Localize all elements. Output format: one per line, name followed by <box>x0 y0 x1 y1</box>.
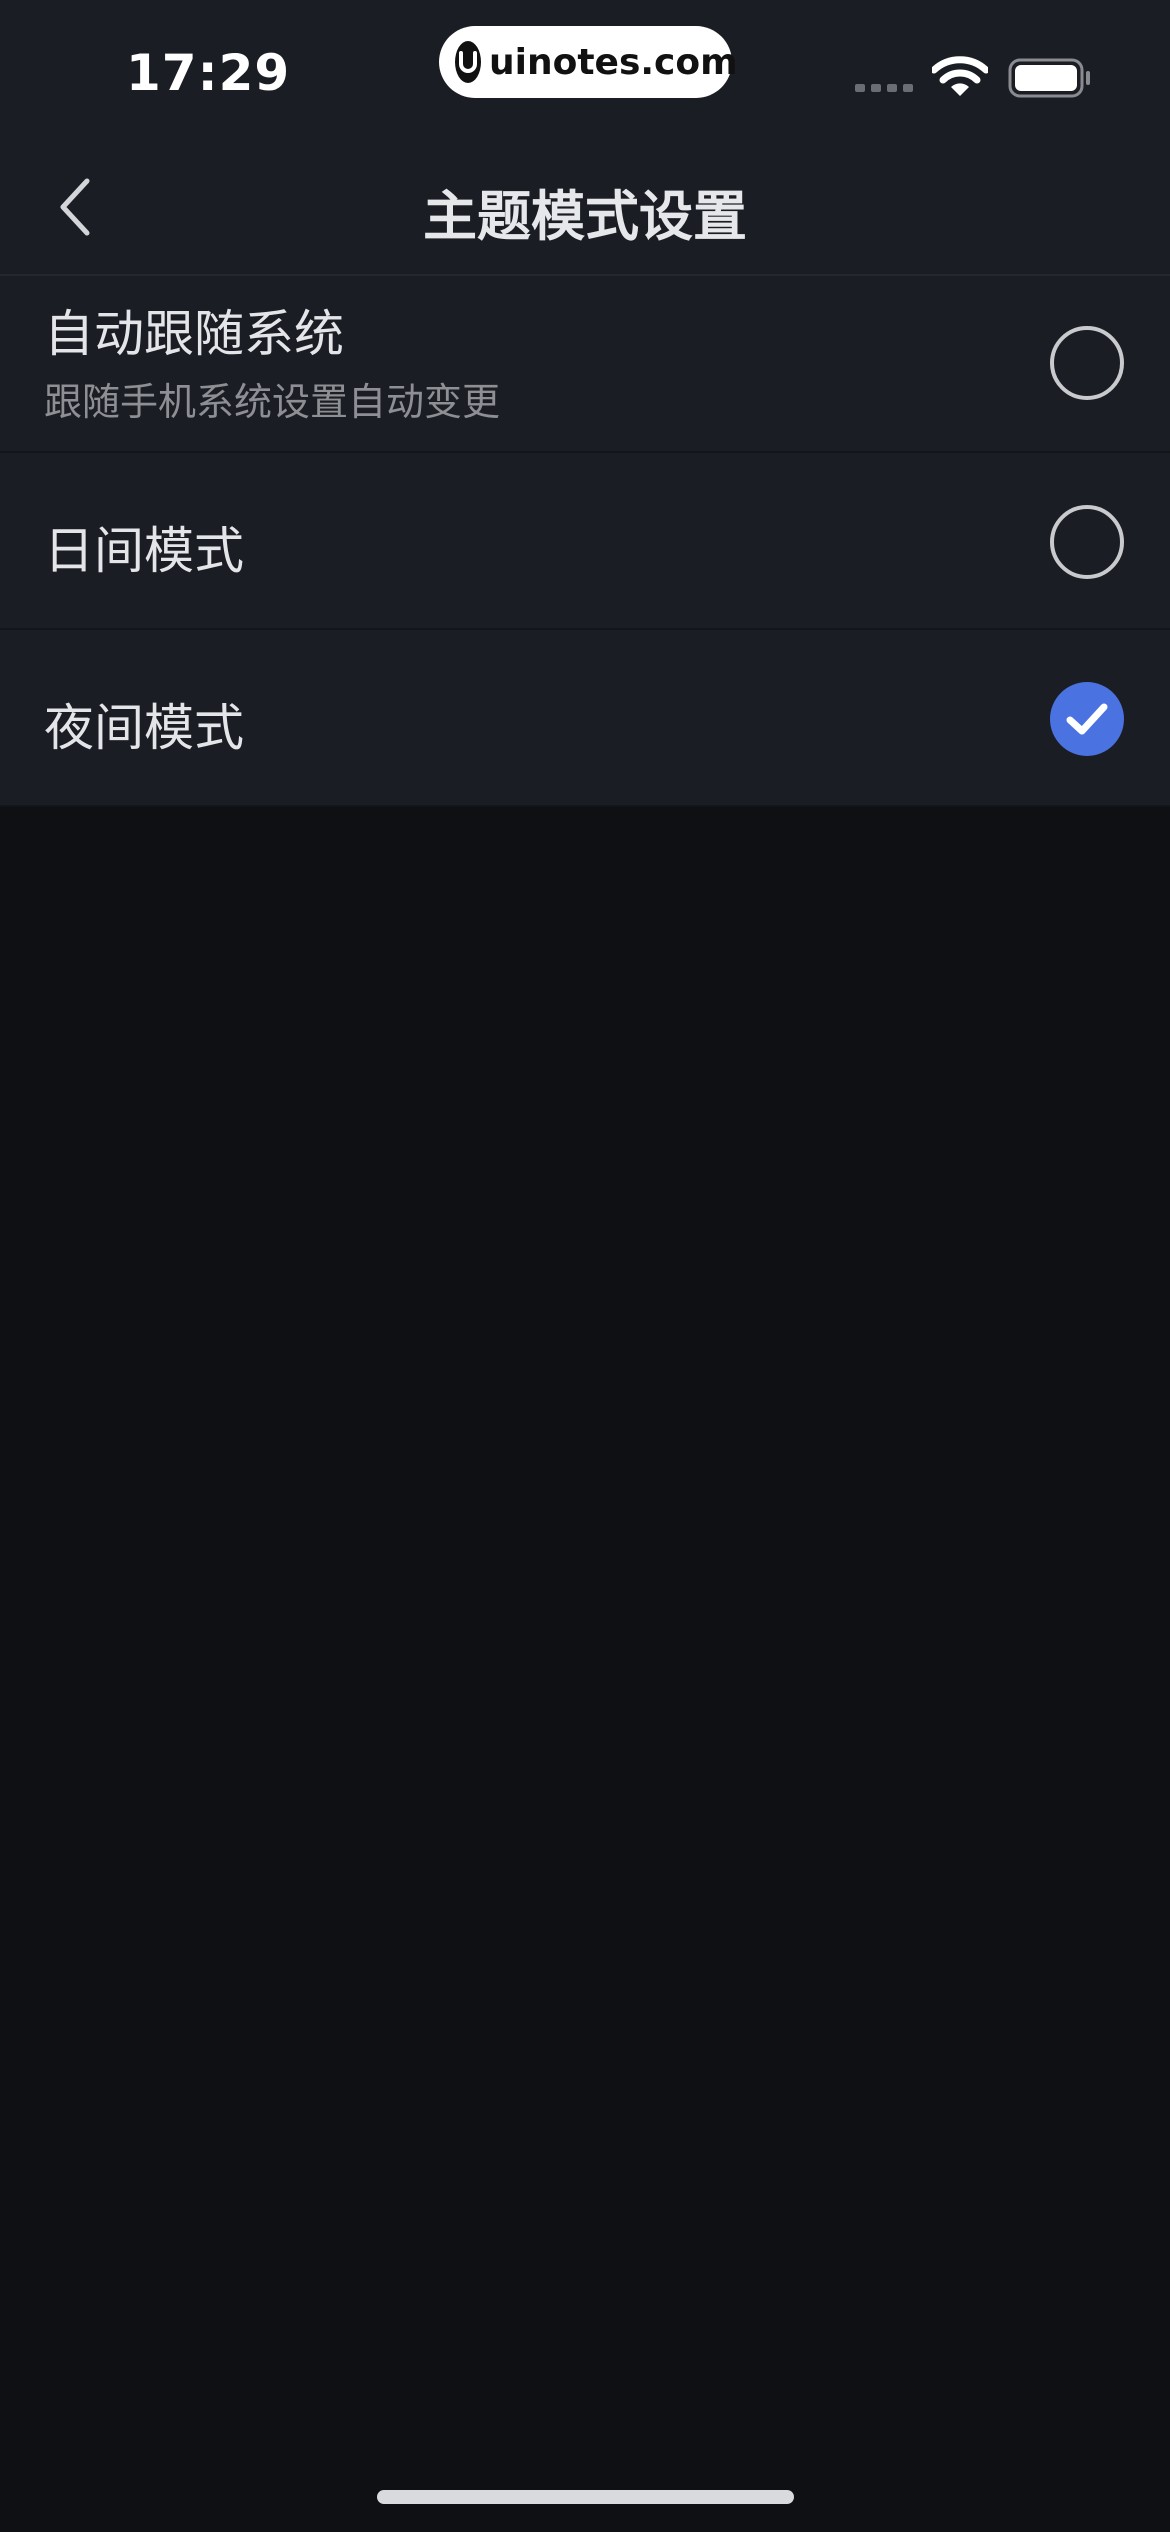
option-follow-system[interactable]: 自动跟随系统 跟随手机系统设置自动变更 <box>0 276 1170 453</box>
checkmark-icon <box>1066 703 1108 735</box>
status-bar: 17:29 uinotes.com <box>0 0 1170 140</box>
option-title: 日间模式 <box>44 522 244 580</box>
watermark-logo-icon <box>455 41 481 83</box>
option-title: 自动跟随系统 <box>44 305 344 363</box>
option-night-mode[interactable]: 夜间模式 <box>0 630 1170 807</box>
watermark-badge: uinotes.com <box>439 26 738 98</box>
wifi-icon <box>930 56 990 102</box>
theme-mode-settings-screen: 17:29 uinotes.com 主题模式设置 自动跟随系统 跟随手机系统设置… <box>0 0 1170 2532</box>
cellular-signal-icon <box>855 84 913 92</box>
option-subtitle: 跟随手机系统设置自动变更 <box>44 380 501 424</box>
radio-unchecked-icon[interactable] <box>1050 326 1124 400</box>
watermark-text: uinotes.com <box>489 41 738 83</box>
navigation-bar: 主题模式设置 <box>0 140 1170 276</box>
theme-option-list: 自动跟随系统 跟随手机系统设置自动变更 日间模式 夜间模式 <box>0 276 1170 807</box>
status-time: 17:29 <box>126 44 291 102</box>
option-day-mode[interactable]: 日间模式 <box>0 453 1170 630</box>
page-title: 主题模式设置 <box>423 185 747 248</box>
home-indicator[interactable] <box>377 2490 794 2504</box>
radio-checked-icon[interactable] <box>1050 682 1124 756</box>
option-title: 夜间模式 <box>44 699 244 757</box>
radio-unchecked-icon[interactable] <box>1050 505 1124 579</box>
battery-icon <box>1008 58 1092 102</box>
